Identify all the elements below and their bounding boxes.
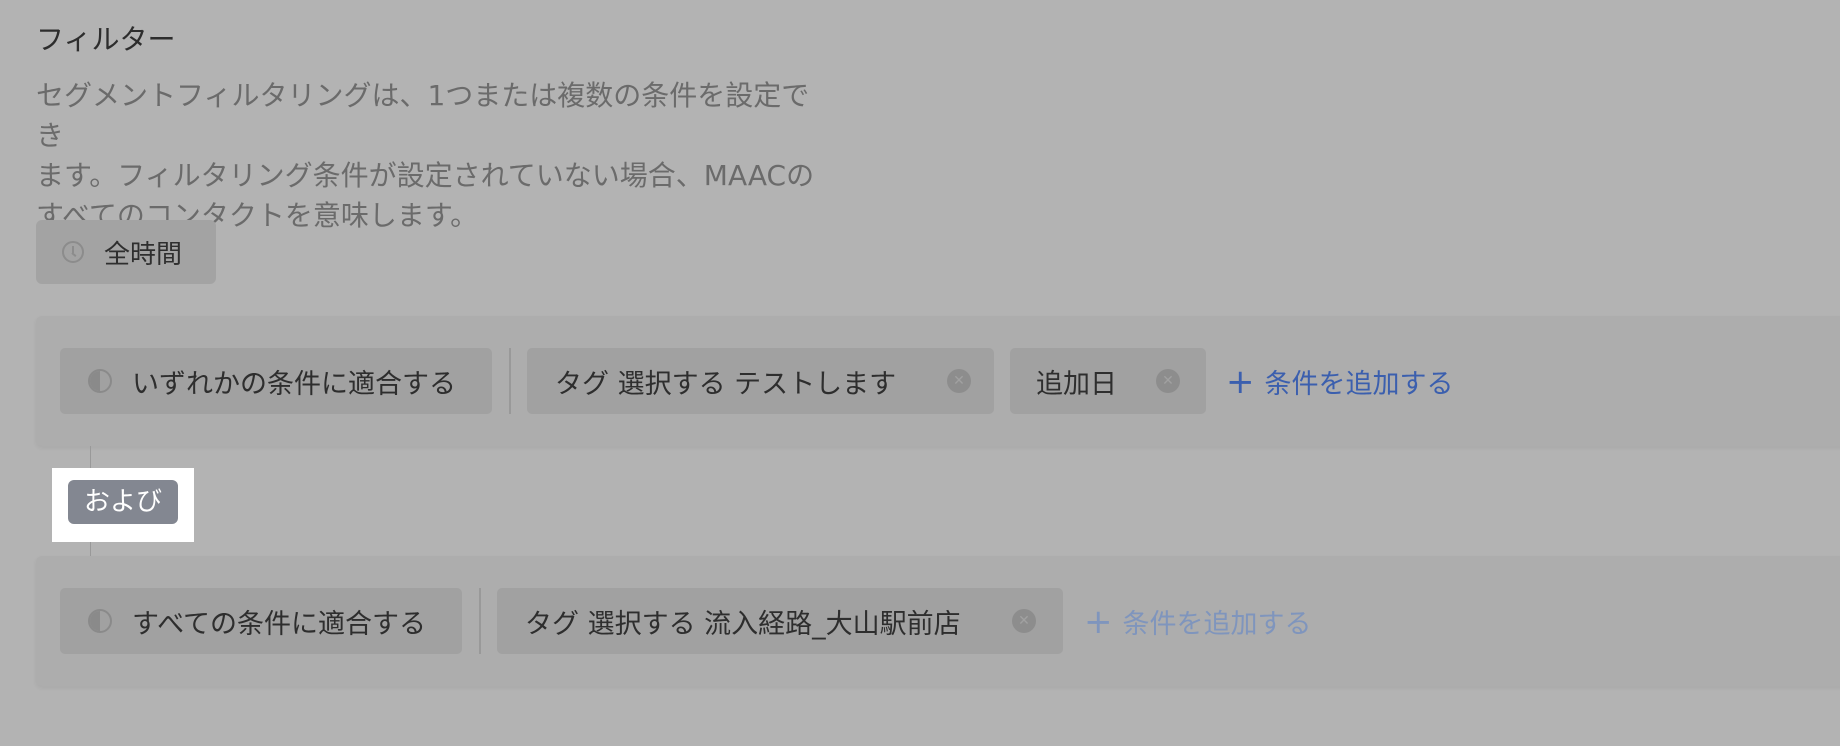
match-mode-label: いずれかの条件に適合する — [132, 368, 456, 400]
add-condition-link[interactable]: + 条件を追加する — [1226, 362, 1454, 401]
condition-chip-label: 追加日 — [1036, 368, 1117, 400]
condition-group-1: いずれかの条件に適合する タグ 選択する テストします ✕ 追加日 ✕ + 条件… — [36, 316, 1840, 446]
and-highlight: および — [52, 468, 194, 542]
match-mode-dropdown-any[interactable]: いずれかの条件に適合する — [60, 348, 492, 414]
filter-title: フィルター — [36, 23, 176, 56]
and-badge[interactable]: および — [68, 480, 178, 524]
match-mode-label: すべての条件に適合する — [132, 608, 427, 640]
match-mode-icon — [88, 369, 112, 393]
condition-chip-label: タグ 選択する 流入経路_大山駅前店 — [525, 608, 961, 640]
condition-chip-tag[interactable]: タグ 選択する テストします ✕ — [527, 348, 994, 414]
time-range-button[interactable]: 全時間 — [36, 220, 216, 284]
match-mode-icon — [88, 609, 112, 633]
add-condition-link[interactable]: + 条件を追加する — [1084, 602, 1312, 641]
add-condition-label: 条件を追加する — [1122, 609, 1312, 640]
condition-chip-tag[interactable]: タグ 選択する 流入経路_大山駅前店 ✕ — [497, 588, 1063, 654]
time-range-label: 全時間 — [104, 239, 183, 270]
clock-icon — [62, 241, 84, 263]
remove-condition-icon[interactable]: ✕ — [1156, 369, 1180, 393]
add-condition-label: 条件を追加する — [1264, 369, 1454, 400]
remove-condition-icon[interactable]: ✕ — [947, 369, 971, 393]
condition-chip-label: タグ 選択する テストします — [555, 368, 897, 400]
filter-description: セグメントフィルタリングは、1つまたは複数の条件を設定でき ます。フィルタリング… — [36, 79, 815, 232]
remove-condition-icon[interactable]: ✕ — [1012, 609, 1036, 633]
match-mode-dropdown-all[interactable]: すべての条件に適合する — [60, 588, 462, 654]
condition-group-2: すべての条件に適合する タグ 選択する 流入経路_大山駅前店 ✕ + 条件を追加… — [36, 556, 1840, 686]
plus-icon: + — [1084, 601, 1113, 642]
divider — [479, 588, 481, 654]
divider — [509, 348, 511, 414]
plus-icon: + — [1226, 361, 1255, 402]
condition-chip-date[interactable]: 追加日 ✕ — [1010, 348, 1206, 414]
